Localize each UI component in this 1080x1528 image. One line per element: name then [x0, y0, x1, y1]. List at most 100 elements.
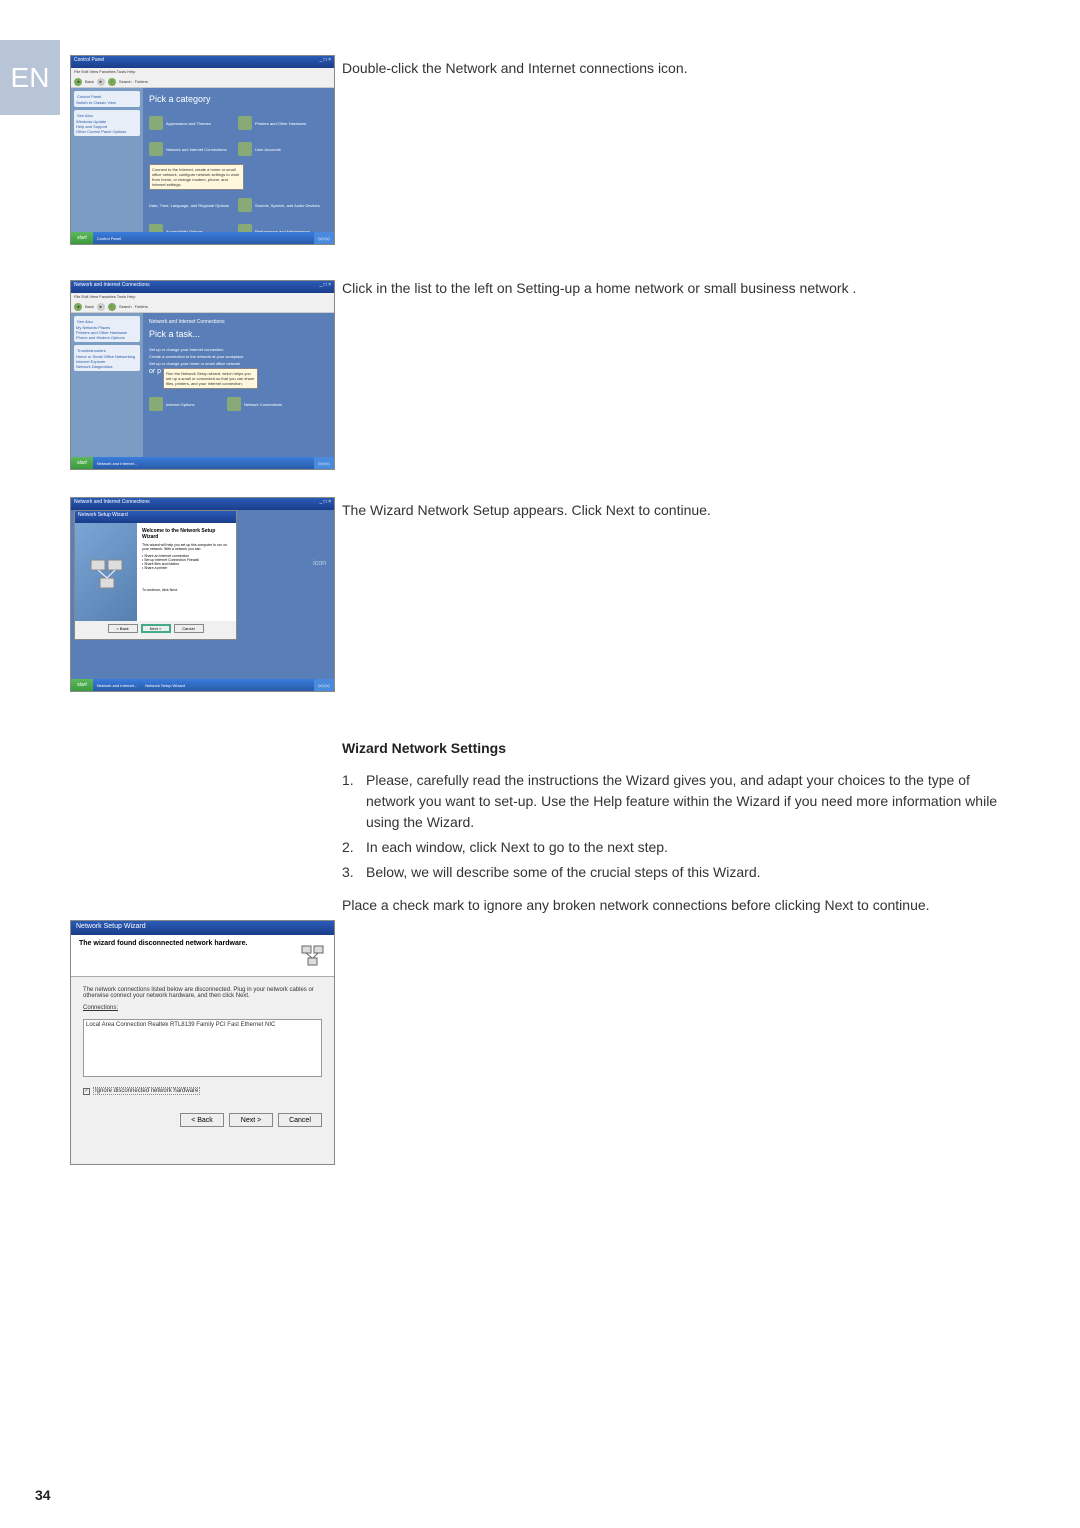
window-titlebar: Network and Internet Connections _ □ × — [71, 281, 334, 293]
category-item: Network and Internet Connections — [149, 138, 234, 160]
tooltip: Connect to the Internet, create a home o… — [149, 164, 244, 190]
window-title: Network and Internet Connections — [74, 499, 150, 509]
ignore-checkbox: ✓ — [83, 1088, 90, 1095]
connections-list: Local Area Connection Realtek RTL8139 Fa… — [83, 1019, 322, 1077]
window-controls: _ □ × — [320, 282, 332, 292]
forward-icon: ► — [97, 303, 105, 311]
dialog-titlebar: Network Setup Wizard — [71, 921, 334, 935]
cancel-button: Cancel — [174, 624, 204, 633]
window-controls: _ □ × — [320, 57, 332, 67]
sidebar: Control Panel Switch to Classic View See… — [71, 88, 143, 244]
main-content: Pick a category Appearance and Themes Pr… — [143, 88, 334, 244]
language-tab: EN — [0, 40, 60, 115]
back-label: Back — [85, 79, 94, 84]
taskbar-item: Network Setup Wizard — [141, 683, 189, 688]
tooltip: Run the Network Setup wizard, which help… — [163, 368, 258, 389]
next-button: Next > — [229, 1113, 273, 1127]
taskbar: start Network and Internet... Network Se… — [71, 679, 334, 691]
category-heading: Pick a category — [149, 94, 328, 104]
dialog-titlebar: Network Setup Wizard — [75, 511, 236, 523]
window-controls: _ □ × — [320, 499, 332, 509]
sidebar-panel-title: See Also — [76, 112, 138, 119]
cancel-button: Cancel — [278, 1113, 322, 1127]
wizard-welcome-text: This wizard will help you set up this co… — [142, 543, 231, 551]
start-button: start — [71, 679, 93, 691]
window-toolbar: ◄ Back ► ↑ Search Folders — [71, 301, 334, 313]
category-item: Printers and Other Hardware — [238, 112, 323, 134]
wizard-illustration — [75, 523, 137, 621]
sidebar-item: Phone and Modem Options — [76, 335, 138, 340]
wizard-welcome-title: Welcome to the Network Setup Wizard — [142, 528, 231, 540]
back-label: Back — [85, 304, 94, 309]
main-heading: Network and Internet Connections — [149, 319, 328, 325]
task-item: Create a connection to the network at yo… — [149, 354, 328, 359]
checkbox-row: ✓ Ignore disconnected network hardware — [83, 1087, 322, 1095]
taskbar: start Network and Internet... ◇◇◇◇ — [71, 457, 334, 469]
back-button: < Back — [108, 624, 138, 633]
wizard-settings-list: 1. Please, carefully read the instructio… — [342, 770, 1002, 887]
search-label: Search — [119, 79, 132, 84]
instruction-step2: Click in the list to the left on Setting… — [342, 280, 1002, 296]
search-label: Search — [119, 304, 132, 309]
sidebar-item: Other Control Panel Options — [76, 129, 138, 134]
network-wizard-icon — [86, 552, 126, 592]
window-titlebar: Control Panel _ □ × — [71, 56, 334, 68]
wizard-header: The wizard found disconnected network ha… — [71, 935, 334, 977]
taskbar-item: Network and Internet... — [93, 683, 141, 688]
category-item: Sounds, Speech, and Audio Devices — [238, 194, 323, 216]
list-number: 3. — [342, 862, 366, 883]
sidebar-panel-title: See Also — [76, 318, 138, 325]
systray: ◇◇◇◇ — [314, 457, 334, 469]
side-annotation: icon — [313, 560, 326, 567]
wizard-body-text: The network connections listed below are… — [83, 987, 322, 999]
cp-icon-item: Network Connections — [227, 393, 297, 415]
sidebar: See Also My Network Places Printers and … — [71, 313, 143, 469]
connections-label: Connections: — [83, 1005, 322, 1011]
taskbar: start Control Panel ◇◇◇◇ — [71, 232, 334, 244]
cp-icon-item: Internet Options — [149, 393, 219, 415]
wizard-bullet: • Share a printer — [142, 566, 231, 570]
list-number: 2. — [342, 837, 366, 858]
sidebar-panel-title: Troubleshooters — [76, 347, 138, 354]
screenshot-wizard-disconnected: Network Setup Wizard The wizard found di… — [70, 920, 335, 1165]
screenshot-control-panel: Control Panel _ □ × File Edit View Favor… — [70, 55, 335, 245]
network-wizard-icon — [298, 940, 326, 968]
category-icon — [149, 116, 163, 130]
or-pick-label: or p — [149, 368, 161, 375]
category-item: Date, Time, Language, and Regional Optio… — [149, 194, 234, 216]
category-icon — [238, 116, 252, 130]
taskbar-item: Network and Internet... — [93, 461, 141, 466]
window-toolbar: ◄ Back ► ↑ Search Folders — [71, 76, 334, 88]
wizard-settings-heading: Wizard Network Settings — [342, 740, 506, 756]
up-icon: ↑ — [108, 78, 116, 86]
window-titlebar: Network and Internet Connections _ □ × — [71, 498, 334, 510]
start-button: start — [71, 232, 93, 244]
wizard-content: Welcome to the Network Setup Wizard This… — [137, 523, 236, 621]
connection-item: Local Area Connection Realtek RTL8139 Fa… — [86, 1022, 319, 1028]
window-title: Network and Internet Connections — [74, 282, 150, 292]
list-item: 2. In each window, click Next to go to t… — [342, 837, 1002, 858]
category-icon — [149, 142, 163, 156]
back-icon: ◄ — [74, 78, 82, 86]
category-item: Appearance and Themes — [149, 112, 234, 134]
systray: ◇◇◇◇ — [314, 232, 334, 244]
window-menubar: File Edit View Favorites Tools Help — [71, 68, 334, 76]
folders-label: Folders — [135, 79, 148, 84]
next-button: Next > — [141, 624, 171, 633]
instruction-step1: Double-click the Network and Internet co… — [342, 60, 842, 76]
sidebar-item: Network Diagnostics — [76, 364, 138, 369]
task-item: Set up or change your Internet connectio… — [149, 347, 328, 352]
list-text: Below, we will describe some of the cruc… — [366, 862, 1002, 883]
category-icon — [238, 142, 252, 156]
folders-label: Folders — [135, 304, 148, 309]
dialog-title: Network Setup Wizard — [78, 512, 128, 522]
checkbox-label: Ignore disconnected network hardware — [93, 1087, 200, 1095]
instruction-step4: Place a check mark to ignore any broken … — [342, 895, 1002, 916]
page-number: 34 — [35, 1487, 51, 1503]
screenshot-wizard-welcome: Network and Internet Connections _ □ × N… — [70, 497, 335, 692]
list-item: 1. Please, carefully read the instructio… — [342, 770, 1002, 833]
task-heading: Pick a task... — [149, 329, 328, 339]
start-button: start — [71, 457, 93, 469]
list-item: 3. Below, we will describe some of the c… — [342, 862, 1002, 883]
up-icon: ↑ — [108, 303, 116, 311]
